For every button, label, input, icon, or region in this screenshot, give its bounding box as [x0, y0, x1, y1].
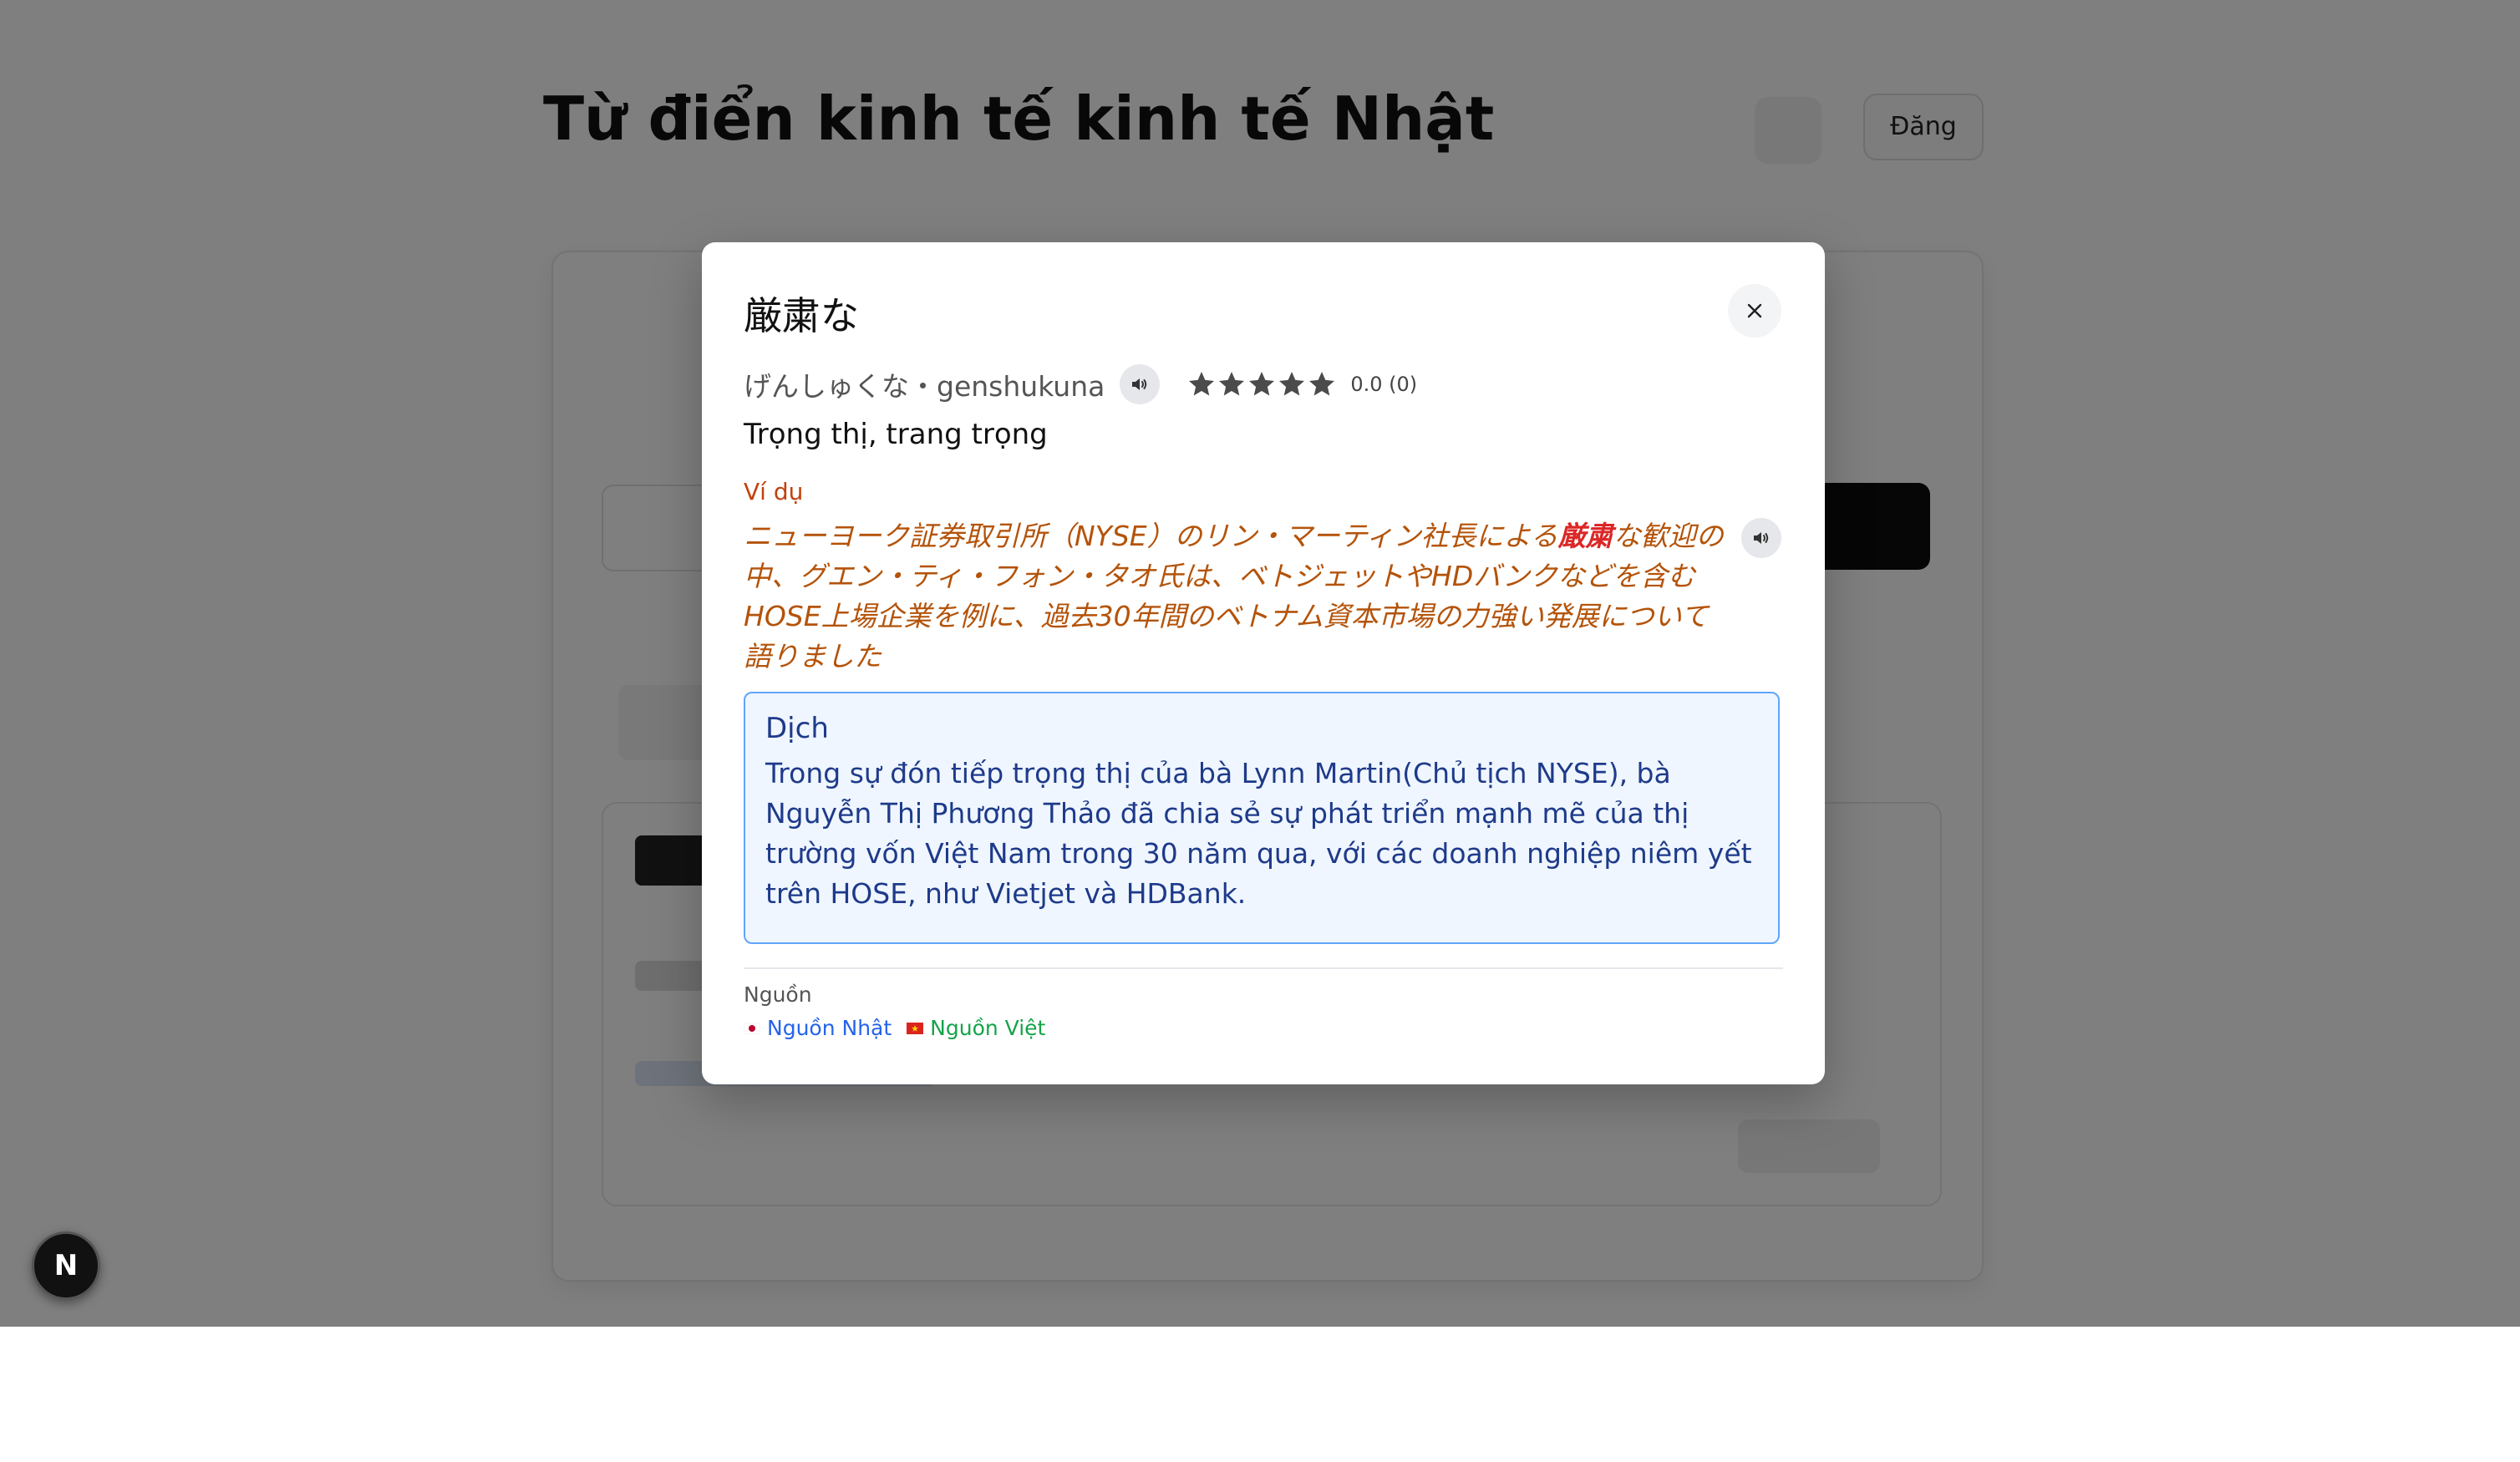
source-label: Nguồn [744, 982, 812, 1007]
star-icon[interactable] [1307, 369, 1337, 399]
translation-text: Trong sự đón tiếp trọng thị của bà Lynn … [765, 757, 1752, 910]
rating-stars [1186, 369, 1337, 399]
source-links: Nguồn Nhật Nguồn Việt [744, 1016, 1045, 1040]
translation-box: Dịch Trong sự đón tiếp trọng thị của bà … [744, 692, 1780, 944]
example-audio-button[interactable] [1741, 518, 1781, 558]
star-icon[interactable] [1277, 369, 1307, 399]
example-label: Ví dụ [744, 478, 804, 505]
example-before: ニューヨーク証券取引所（NYSE）のリン・マーティン社長による [744, 520, 1558, 552]
word-meaning: Trọng thị, trang trọng [744, 418, 1048, 451]
example-sentence: ニューヨーク証券取引所（NYSE）のリン・マーティン社長による厳粛な歓迎の中、グ… [744, 516, 1730, 677]
japan-flag-icon [744, 1022, 760, 1034]
star-icon[interactable] [1247, 369, 1277, 399]
dev-tools-badge[interactable]: N [32, 1231, 100, 1300]
page-bottom [0, 1327, 2520, 1462]
source-link-vn-label: Nguồn Việt [930, 1016, 1046, 1040]
speaker-icon [1754, 532, 1769, 544]
star-icon[interactable] [1217, 369, 1247, 399]
close-button[interactable] [1728, 284, 1781, 338]
word-reading: げんしゅくな・genshukuna [744, 370, 1105, 403]
divider [744, 967, 1783, 969]
rating-value: 0.0 (0) [1350, 373, 1418, 396]
badge-letter: N [53, 1249, 79, 1282]
reading-row: げんしゅくな・genshukuna 0.0 (0) [744, 359, 1417, 409]
speaker-icon [1132, 378, 1147, 390]
vietnam-flag-icon [907, 1022, 924, 1034]
close-icon [1747, 303, 1762, 318]
source-link-jp[interactable]: Nguồn Nhật [744, 1016, 892, 1040]
reading-audio-button[interactable] [1120, 364, 1161, 404]
word-detail-modal: 厳粛な げんしゅくな・genshukuna 0.0 (0) Trọng thị,… [702, 242, 1825, 1084]
word-title: 厳粛な [744, 293, 859, 338]
source-link-vn[interactable]: Nguồn Việt [907, 1016, 1045, 1040]
source-link-jp-label: Nguồn Nhật [767, 1016, 892, 1040]
example-highlight: 厳粛 [1557, 520, 1613, 552]
star-icon[interactable] [1186, 369, 1217, 399]
translation-label: Dịch [765, 712, 829, 745]
